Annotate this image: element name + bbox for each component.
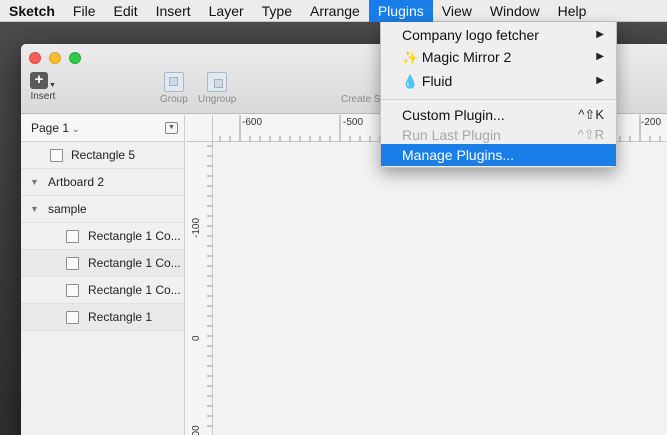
shortcut-label: ^⇧K xyxy=(578,107,604,122)
insert-button[interactable]: + ▼ Insert xyxy=(30,72,56,102)
ruler-label: -500 xyxy=(343,117,364,128)
layer-name: Rectangle 5 xyxy=(71,148,136,162)
submenu-arrow-icon: ▶ xyxy=(596,29,604,40)
maximize-window-button[interactable] xyxy=(69,52,81,64)
droplet-icon: 💧 xyxy=(402,74,419,89)
layer-row[interactable]: Rectangle 1 xyxy=(21,304,184,331)
rectangle-layer-icon xyxy=(66,230,79,243)
layer-row[interactable]: Rectangle 1 Co... xyxy=(21,223,184,250)
menu-item-run-last-plugin: Run Last Plugin ^⇧R xyxy=(381,124,616,146)
page-label: Page 1 xyxy=(31,121,70,135)
menu-item-manage-plugins[interactable]: Manage Plugins... xyxy=(381,144,616,166)
group-button[interactable]: Group xyxy=(160,72,188,105)
group-icon xyxy=(163,72,184,92)
symbol-icon xyxy=(341,72,380,92)
menu-bar: Sketch File Edit Insert Layer Type Arran… xyxy=(0,0,667,22)
menu-separator xyxy=(381,99,616,100)
layer-row[interactable]: Rectangle 5 xyxy=(21,142,184,169)
sparkles-icon: ✨ xyxy=(402,50,419,65)
menu-window[interactable]: Window xyxy=(481,0,549,22)
rectangle-layer-icon xyxy=(50,149,63,162)
menu-arrange[interactable]: Arrange xyxy=(301,0,369,22)
ruler-label: -200 xyxy=(641,117,662,128)
disclosure-triangle-icon[interactable]: ▼ xyxy=(30,196,39,222)
menu-item-custom-plugin[interactable]: Custom Plugin... ^⇧K xyxy=(381,104,616,126)
insert-label: Insert xyxy=(30,91,56,102)
ruler-corner xyxy=(186,115,213,142)
shortcut-label: ^⇧R xyxy=(577,127,604,142)
plus-icon: + xyxy=(30,72,48,89)
layer-row[interactable]: ▼ Artboard 2 xyxy=(21,169,184,196)
menu-item-label: Fluid xyxy=(421,73,453,89)
menu-view[interactable]: View xyxy=(433,0,481,22)
layer-row[interactable]: ▼ sample xyxy=(21,196,184,223)
ruler-ticks xyxy=(207,145,213,427)
menu-item-fluid[interactable]: 💧 Fluid ▶ xyxy=(381,70,616,92)
create-symbol-button[interactable]: Create S xyxy=(341,72,380,105)
ruler-label: 0 xyxy=(191,335,202,341)
menu-item-company-logo-fetcher[interactable]: Company logo fetcher ▶ xyxy=(381,24,616,46)
layer-row[interactable]: Rectangle 1 Co... xyxy=(21,277,184,304)
rectangle-layer-icon xyxy=(66,311,79,324)
menu-edit[interactable]: Edit xyxy=(104,0,146,22)
menu-sketch[interactable]: Sketch xyxy=(0,0,64,22)
menu-item-label: Magic Mirror 2 xyxy=(421,49,512,65)
ungroup-button[interactable]: Ungroup xyxy=(198,72,236,105)
plugins-dropdown-menu: Company logo fetcher ▶ ✨ Magic Mirror 2 … xyxy=(380,22,617,168)
pages-toggle-icon[interactable]: ▼ xyxy=(165,122,178,134)
layer-name: sample xyxy=(48,202,87,216)
menu-item-magic-mirror[interactable]: ✨ Magic Mirror 2 ▶ xyxy=(381,46,616,68)
page-selector[interactable]: Page 1 ⌄ ▼ xyxy=(21,115,184,142)
canvas[interactable] xyxy=(214,143,667,435)
ruler-label: -600 xyxy=(242,117,263,128)
layer-name: Rectangle 1 Co... xyxy=(88,256,181,270)
disclosure-triangle-icon[interactable]: ▼ xyxy=(30,169,39,195)
ruler-label: 100 xyxy=(191,425,202,435)
caret-down-icon: ▼ xyxy=(49,82,56,89)
submenu-arrow-icon: ▶ xyxy=(596,75,604,86)
layers-sidebar: Page 1 ⌄ ▼ Rectangle 5 ▼ Artboard 2 ▼ sam… xyxy=(21,115,185,435)
menu-file[interactable]: File xyxy=(64,0,105,22)
layer-name: Rectangle 1 Co... xyxy=(88,229,181,243)
submenu-arrow-icon: ▶ xyxy=(596,51,604,62)
minimize-window-button[interactable] xyxy=(49,52,61,64)
menu-plugins[interactable]: Plugins xyxy=(368,0,433,22)
layer-name: Rectangle 1 xyxy=(88,310,153,324)
chevron-down-icon: ⌄ xyxy=(72,124,80,134)
menu-type[interactable]: Type xyxy=(253,0,301,22)
menu-layer[interactable]: Layer xyxy=(200,0,253,22)
ruler-label: -100 xyxy=(191,217,202,238)
menu-help[interactable]: Help xyxy=(549,0,596,22)
layer-row[interactable]: Rectangle 1 Co... xyxy=(21,250,184,277)
layer-name: Rectangle 1 Co... xyxy=(88,283,181,297)
vertical-ruler[interactable]: -100 0 100 xyxy=(186,142,213,435)
ungroup-label: Ungroup xyxy=(198,94,237,105)
close-window-button[interactable] xyxy=(29,52,41,64)
group-label: Group xyxy=(160,94,188,105)
ungroup-icon xyxy=(207,72,228,92)
menu-insert[interactable]: Insert xyxy=(147,0,200,22)
rectangle-layer-icon xyxy=(66,284,79,297)
rectangle-layer-icon xyxy=(66,257,79,270)
layer-name: Artboard 2 xyxy=(48,175,105,189)
create-symbol-label: Create S xyxy=(341,94,381,105)
